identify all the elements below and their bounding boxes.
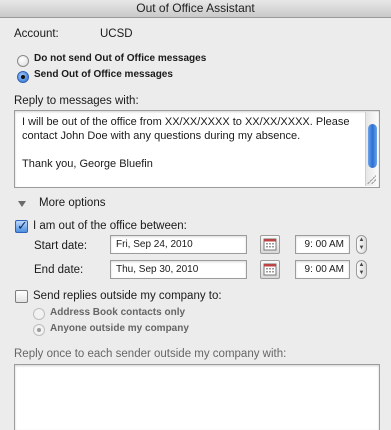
reply-paragraph-body: I will be out of the office from XX/XX/X…	[22, 116, 350, 142]
schedule-checkbox[interactable]: ✓	[15, 218, 28, 233]
stepper-up-icon[interactable]: ▲	[359, 262, 365, 268]
outside-checkbox-row[interactable]: Send replies outside my company to:	[0, 289, 300, 305]
more-options-label: More options	[39, 197, 106, 209]
calendar-icon	[263, 263, 277, 276]
radio-send[interactable]: Send Out of Office messages	[0, 69, 391, 84]
reply-label: Reply to messages with:	[14, 95, 139, 107]
stepper-down-icon[interactable]: ▼	[359, 270, 365, 276]
reply-paragraph-signoff: Thank you, George Bluefin	[22, 158, 153, 170]
outside-reply-textarea[interactable]	[14, 364, 380, 430]
radio-send-control[interactable]	[17, 71, 29, 83]
end-date-label: End date:	[34, 264, 84, 276]
radio-send-label: Send Out of Office messages	[34, 69, 173, 80]
outside-checkbox[interactable]	[15, 290, 28, 303]
window-title: Out of Office Assistant	[0, 0, 391, 18]
start-time-field[interactable]: 9: 00 AM	[295, 235, 350, 254]
disclosure-triangle-icon[interactable]	[18, 201, 26, 207]
end-time-stepper[interactable]: ▲ ▼	[356, 260, 367, 279]
radio-do-not-send[interactable]: Do not send Out of Office messages	[0, 53, 391, 68]
reply-scroll-thumb[interactable]	[368, 124, 377, 168]
radio-anyone-outside[interactable]: Anyone outside my company	[0, 323, 300, 337]
out-of-office-dialog: Account: UCSD Do not send Out of Office …	[0, 18, 391, 430]
outside-checkbox-label: Send replies outside my company to:	[33, 290, 222, 302]
schedule-checkbox-label: I am out of the office between:	[33, 220, 187, 232]
stepper-down-icon[interactable]: ▼	[359, 245, 365, 251]
checkmark-icon: ✓	[17, 218, 28, 233]
reply-message-text: I will be out of the office from XX/XX/X…	[22, 115, 367, 171]
radio-anyone-outside-control[interactable]	[33, 324, 45, 336]
schedule-checkbox-row[interactable]: ✓ I am out of the office between:	[0, 218, 300, 235]
radio-do-not-send-control[interactable]	[17, 55, 29, 67]
resize-grip-icon[interactable]	[366, 174, 376, 184]
end-date-field[interactable]: Thu, Sep 30, 2010	[110, 260, 247, 279]
end-time-field[interactable]: 9: 00 AM	[295, 260, 350, 279]
radio-address-book[interactable]: Address Book contacts only	[0, 307, 300, 321]
calendar-icon	[263, 238, 277, 251]
more-options-toggle[interactable]: More options	[0, 197, 200, 212]
account-value: UCSD	[100, 28, 133, 40]
start-date-calendar-button[interactable]	[260, 235, 280, 254]
radio-do-not-send-label: Do not send Out of Office messages	[34, 53, 207, 64]
start-time-stepper[interactable]: ▲ ▼	[356, 235, 367, 254]
account-label: Account:	[14, 28, 59, 40]
reply-message-textarea[interactable]: I will be out of the office from XX/XX/X…	[14, 110, 380, 188]
start-date-field[interactable]: Fri, Sep 24, 2010	[110, 235, 247, 254]
end-date-calendar-button[interactable]	[260, 260, 280, 279]
radio-anyone-outside-label: Anyone outside my company	[50, 323, 189, 334]
outside-reply-label: Reply once to each sender outside my com…	[14, 348, 287, 360]
radio-address-book-label: Address Book contacts only	[50, 307, 186, 318]
stepper-up-icon[interactable]: ▲	[359, 237, 365, 243]
radio-address-book-control[interactable]	[33, 308, 45, 320]
start-date-label: Start date:	[34, 240, 88, 252]
